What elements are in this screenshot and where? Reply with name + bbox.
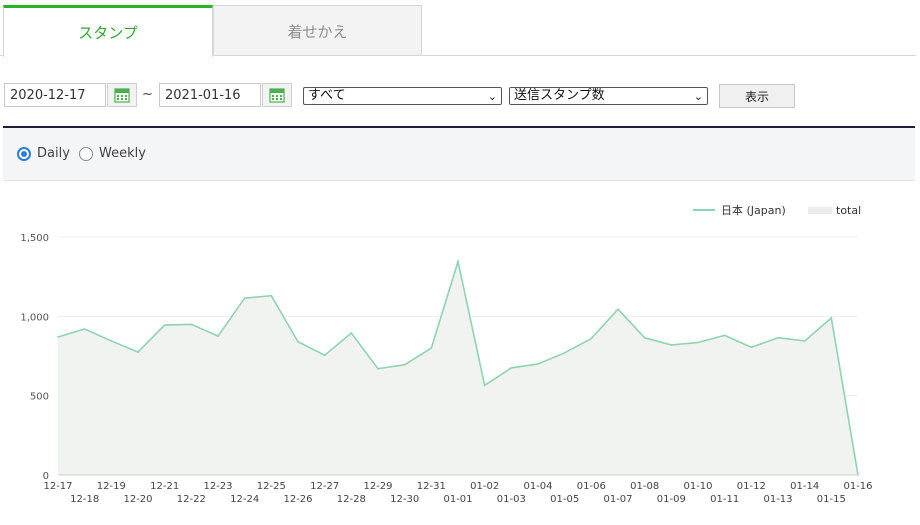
period-selector: Daily Weekly: [3, 128, 915, 181]
y-tick-label: 500: [30, 392, 49, 403]
x-tick-label: 01-03: [497, 494, 526, 505]
data-point: [457, 260, 459, 263]
x-tick-label: 12-31: [417, 481, 446, 492]
data-point: [377, 367, 379, 370]
data-point: [697, 341, 699, 344]
x-tick-label: 12-22: [177, 494, 206, 505]
x-tick-label: 12-26: [283, 494, 312, 505]
line-chart: 05001,0001,50012-1712-1812-1912-2012-211…: [20, 203, 872, 505]
x-tick-label: 12-23: [203, 481, 232, 492]
x-tick-label: 12-24: [230, 494, 259, 505]
x-tick-label: 12-30: [390, 494, 419, 505]
x-tick-label: 01-15: [817, 494, 846, 505]
data-point: [537, 363, 539, 365]
data-point: [563, 352, 566, 354]
category-select-value: すべて: [308, 88, 346, 103]
tab-stamp[interactable]: スタンプ: [3, 5, 213, 57]
data-point: [190, 323, 193, 326]
data-point: [137, 351, 139, 353]
data-point: [590, 337, 593, 340]
calendar-icon: [114, 88, 130, 103]
x-tick-label: 01-14: [790, 481, 819, 492]
data-point: [217, 335, 219, 337]
chevron-down-icon: ⌄: [693, 90, 703, 103]
metric-select-value: 送信スタンプ数: [514, 88, 605, 103]
data-point: [110, 340, 113, 342]
data-point: [670, 344, 673, 346]
data-point: [617, 308, 619, 310]
x-tick-label: 12-28: [337, 494, 366, 505]
category-select[interactable]: すべて ⌄: [303, 87, 502, 105]
x-tick-label: 01-16: [843, 481, 872, 492]
data-point: [83, 328, 86, 330]
x-tick-label: 01-02: [470, 481, 499, 492]
data-point: [350, 332, 353, 334]
chevron-down-icon: ⌄: [487, 90, 497, 103]
x-tick-label: 01-11: [710, 494, 739, 505]
x-tick-label: 01-08: [630, 481, 659, 492]
y-tick-label: 1,000: [20, 312, 49, 323]
x-tick-label: 12-25: [257, 481, 286, 492]
data-point: [243, 297, 246, 299]
data-point: [270, 294, 273, 297]
legend-label-japan: 日本 (Japan): [721, 203, 786, 217]
x-tick-label: 01-04: [523, 481, 552, 492]
data-point: [57, 336, 59, 338]
radio-daily-indicator[interactable]: [17, 146, 31, 161]
x-tick-label: 12-20: [123, 494, 152, 505]
start-calendar-button[interactable]: [107, 83, 137, 107]
data-point: [297, 340, 299, 343]
chart-container: 0 500 1,000 1,500 12-17 12-18 12-19 12-20 12-21 1…: [3, 181, 915, 521]
tab-bar: スタンプ 着せかえ: [0, 0, 920, 57]
data-point: [830, 317, 833, 319]
x-tick-label: 01-01: [443, 494, 472, 505]
data-point: [643, 336, 646, 339]
x-tick-label: 12-27: [310, 481, 339, 492]
legend-swatch-total: [808, 207, 832, 214]
show-button[interactable]: 表示: [719, 84, 795, 108]
x-tick-label: 01-12: [737, 481, 766, 492]
radio-daily[interactable]: Daily: [17, 146, 70, 161]
x-tick-label: 01-05: [550, 494, 579, 505]
x-tick-label: 01-07: [603, 494, 632, 505]
data-point: [483, 384, 486, 387]
tab-theme[interactable]: 着せかえ: [213, 5, 422, 56]
end-calendar-button[interactable]: [262, 83, 292, 107]
radio-weekly[interactable]: Weekly: [79, 146, 146, 161]
x-tick-label: 01-09: [657, 494, 686, 505]
data-point: [430, 347, 433, 349]
data-point: [803, 340, 806, 342]
metric-select[interactable]: 送信スタンプ数 ⌄: [509, 87, 708, 105]
total-area: [58, 261, 858, 475]
data-point: [510, 367, 513, 369]
data-point: [163, 324, 166, 326]
calendar-icon: [269, 88, 285, 103]
x-tick-label: 12-21: [150, 481, 179, 492]
filter-bar: ~ すべて ⌄ 送信スタンプ数 ⌄ 表示: [0, 82, 920, 110]
x-tick-label: 01-13: [763, 494, 792, 505]
legend-label-total: total: [836, 204, 861, 217]
x-tick-label: 01-10: [683, 481, 712, 492]
y-tick-label: 1,500: [20, 233, 49, 244]
x-tick-label: 01-06: [577, 481, 606, 492]
data-point: [403, 363, 406, 366]
data-point: [723, 334, 726, 337]
radio-weekly-indicator[interactable]: [79, 146, 93, 161]
data-point: [323, 354, 326, 357]
date-range-separator: ~: [142, 87, 153, 102]
stats-panel: Daily Weekly 0 500 1,000 1,500 12-17 12-18 12-…: [3, 126, 915, 521]
x-tick-label: 12-19: [97, 481, 126, 492]
start-date-input[interactable]: [4, 83, 106, 107]
radio-weekly-label: Weekly: [99, 146, 146, 161]
x-tick-label: 12-18: [70, 494, 99, 505]
data-point: [750, 346, 753, 349]
x-tick-label: 12-17: [43, 481, 72, 492]
end-date-input[interactable]: [159, 83, 261, 107]
data-point: [777, 336, 779, 339]
x-tick-label: 12-29: [363, 481, 392, 492]
radio-daily-label: Daily: [37, 146, 70, 161]
